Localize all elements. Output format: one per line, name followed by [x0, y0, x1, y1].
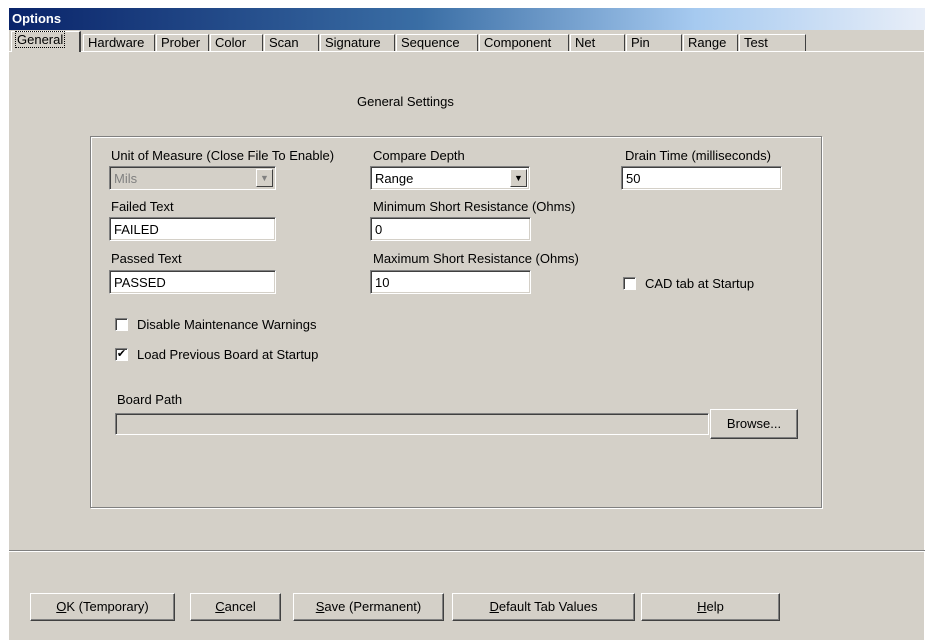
- min-short-value: 0: [375, 222, 383, 237]
- failed-text-label: Failed Text: [111, 199, 174, 214]
- passed-text-label: Passed Text: [111, 251, 182, 266]
- tab-panel-edge: [9, 51, 925, 52]
- passed-text-input[interactable]: PASSED: [109, 270, 276, 294]
- disable-maintenance-label[interactable]: Disable Maintenance Warnings: [137, 317, 316, 332]
- chevron-down-icon: ▼: [256, 169, 273, 187]
- board-path-input: [115, 413, 709, 435]
- window-title: Options: [12, 11, 62, 26]
- tab-net[interactable]: Net: [570, 34, 625, 52]
- min-short-label: Minimum Short Resistance (Ohms): [373, 199, 576, 214]
- save-button[interactable]: Save (Permanent): [293, 593, 444, 621]
- tab-range[interactable]: Range: [683, 34, 738, 52]
- drain-time-label: Drain Time (milliseconds): [625, 148, 771, 163]
- tab-hardware[interactable]: Hardware: [83, 34, 155, 52]
- tab-component[interactable]: Component: [479, 34, 569, 52]
- tab-color[interactable]: Color: [210, 34, 263, 52]
- tab-pin[interactable]: Pin: [626, 34, 682, 52]
- tab-sequence[interactable]: Sequence: [396, 34, 478, 52]
- compare-depth-value: Range: [375, 171, 414, 186]
- checkmark-icon: ✔: [116, 348, 127, 360]
- board-path-label: Board Path: [117, 392, 183, 407]
- ok-button[interactable]: OK (Temporary): [30, 593, 175, 621]
- default-tab-values-button[interactable]: Default Tab Values: [452, 593, 635, 621]
- options-window: Options General Hardware Prober Color Sc…: [8, 8, 925, 640]
- tab-test[interactable]: Test: [739, 34, 806, 52]
- browse-button[interactable]: Browse...: [710, 409, 798, 439]
- chevron-down-icon[interactable]: ▼: [510, 169, 527, 187]
- max-short-input[interactable]: 10: [370, 270, 531, 294]
- load-previous-label[interactable]: Load Previous Board at Startup: [137, 347, 318, 362]
- footer-separator-highlight: [9, 551, 925, 552]
- drain-time-value: 50: [626, 171, 641, 186]
- max-short-value: 10: [375, 275, 390, 290]
- tab-scan[interactable]: Scan: [264, 34, 319, 52]
- load-previous-checkbox[interactable]: ✔: [115, 348, 128, 361]
- tab-strip: General Hardware Prober Color Scan Signa…: [9, 30, 925, 52]
- unit-dropdown: Mils ▼: [109, 166, 276, 190]
- unit-label: Unit of Measure (Close File To Enable): [111, 148, 335, 163]
- section-heading: General Settings: [357, 94, 454, 109]
- failed-text-input[interactable]: FAILED: [109, 217, 276, 241]
- passed-text-value: PASSED: [114, 275, 166, 290]
- compare-depth-dropdown[interactable]: Range ▼: [370, 166, 530, 190]
- max-short-label: Maximum Short Resistance (Ohms): [373, 251, 579, 266]
- disable-maintenance-checkbox[interactable]: [115, 318, 128, 331]
- cancel-button[interactable]: Cancel: [190, 593, 281, 621]
- compare-depth-label: Compare Depth: [373, 148, 465, 163]
- tab-prober[interactable]: Prober: [156, 34, 209, 52]
- min-short-input[interactable]: 0: [370, 217, 531, 241]
- drain-time-input[interactable]: 50: [621, 166, 782, 190]
- tab-general[interactable]: General: [11, 31, 81, 52]
- unit-value: Mils: [114, 171, 138, 186]
- help-button[interactable]: Help: [641, 593, 780, 621]
- cad-tab-checkbox[interactable]: [623, 277, 636, 290]
- title-bar[interactable]: Options: [9, 8, 925, 30]
- cad-tab-label[interactable]: CAD tab at Startup: [645, 276, 754, 291]
- tab-signature[interactable]: Signature: [320, 34, 395, 52]
- failed-text-value: FAILED: [114, 222, 159, 237]
